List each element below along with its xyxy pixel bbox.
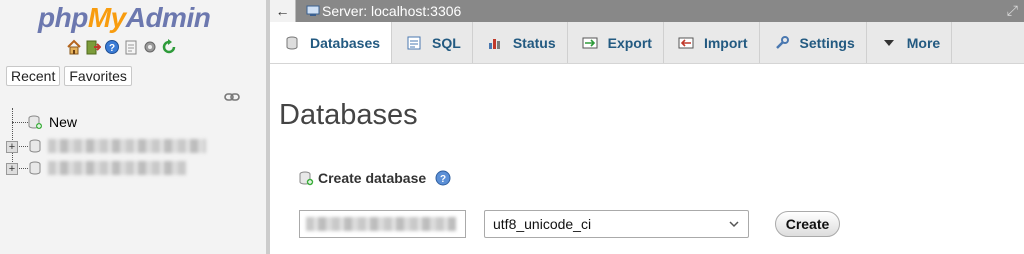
- tab-status[interactable]: Status: [473, 22, 568, 63]
- server-breadcrumb-bar: ← Server: localhost:3306 ⤢: [270, 0, 1024, 22]
- sql-icon: [407, 36, 421, 49]
- tree-new-label: New: [49, 114, 78, 130]
- recent-tab[interactable]: Recent: [6, 66, 61, 86]
- tab-export[interactable]: Export: [568, 22, 664, 63]
- tab-import[interactable]: Import: [664, 22, 760, 63]
- database-name-redacted: [48, 139, 206, 153]
- tree-item-database[interactable]: +: [0, 157, 186, 179]
- collapse-icon[interactable]: ⤢: [1007, 2, 1018, 19]
- tab-label: Export: [607, 34, 652, 51]
- wrench-icon: [775, 35, 789, 49]
- collation-select[interactable]: utf8_unicode_ci: [484, 210, 749, 238]
- page-title: Databases: [279, 99, 418, 131]
- favorites-tab[interactable]: Favorites: [64, 66, 132, 86]
- tree-item-database[interactable]: +: [0, 135, 206, 157]
- expand-icon[interactable]: +: [6, 141, 18, 153]
- logo-text-admin: Admin: [125, 2, 211, 33]
- create-button[interactable]: Create: [775, 211, 840, 237]
- settings-icon[interactable]: [142, 38, 158, 56]
- tab-label: Import: [703, 34, 748, 51]
- database-name-redacted: [48, 161, 186, 175]
- home-icon[interactable]: [66, 38, 82, 56]
- reload-icon[interactable]: [161, 38, 177, 56]
- top-menu-tabs: Databases SQL Status Export Import Setti…: [270, 22, 1024, 64]
- database-icon: [286, 36, 298, 49]
- tab-databases[interactable]: Databases: [270, 22, 393, 63]
- database-name-value-redacted: [306, 217, 456, 231]
- database-icon: [29, 139, 41, 153]
- logo-text-my: My: [87, 2, 126, 33]
- expand-icon[interactable]: +: [6, 163, 18, 175]
- server-label[interactable]: Server: localhost:3306: [322, 3, 461, 19]
- chevron-down-icon: [729, 221, 739, 228]
- server-icon: [306, 5, 320, 16]
- create-database-label: Create database: [318, 170, 427, 186]
- create-database-heading: Create database ?: [298, 169, 451, 187]
- svg-text:?: ?: [440, 174, 446, 185]
- recent-favorites-tabs: Recent Favorites: [6, 66, 132, 86]
- link-icon[interactable]: [224, 91, 240, 103]
- database-icon: [29, 161, 41, 175]
- new-database-icon: [299, 171, 314, 186]
- docs-icon[interactable]: [123, 38, 139, 56]
- tab-label: Status: [512, 34, 556, 51]
- caret-down-icon: [883, 39, 894, 46]
- tab-settings[interactable]: Settings: [760, 22, 867, 63]
- tree-branch: [12, 121, 28, 123]
- svg-text:?: ?: [109, 43, 115, 54]
- back-arrow-icon[interactable]: ←: [270, 0, 296, 22]
- logo-text-php: php: [38, 2, 88, 33]
- main-content: Databases Create database ? utf8_unicode…: [270, 65, 1024, 254]
- tab-label: More: [906, 34, 941, 51]
- status-icon: [488, 38, 500, 49]
- new-database-icon: [28, 115, 42, 129]
- tab-label: Databases: [310, 34, 381, 51]
- tab-sql[interactable]: SQL: [392, 22, 473, 63]
- phpmyadmin-logo[interactable]: phpMyAdmin: [38, 0, 211, 36]
- export-icon: [582, 37, 598, 48]
- database-name-input[interactable]: [299, 210, 466, 238]
- navigation-icon-row: ?: [66, 38, 177, 56]
- help-icon[interactable]: ?: [104, 38, 120, 56]
- navigation-panel: phpMyAdmin ? Recent Favorites New + +: [0, 0, 266, 254]
- import-icon: [678, 37, 694, 48]
- help-icon[interactable]: ?: [435, 170, 451, 186]
- logout-icon[interactable]: [85, 38, 101, 56]
- tab-label: SQL: [432, 34, 461, 51]
- tree-item-new[interactable]: New: [0, 111, 77, 133]
- tab-label: Settings: [799, 34, 855, 51]
- collation-value: utf8_unicode_ci: [493, 216, 592, 232]
- tab-more[interactable]: More: [867, 22, 953, 63]
